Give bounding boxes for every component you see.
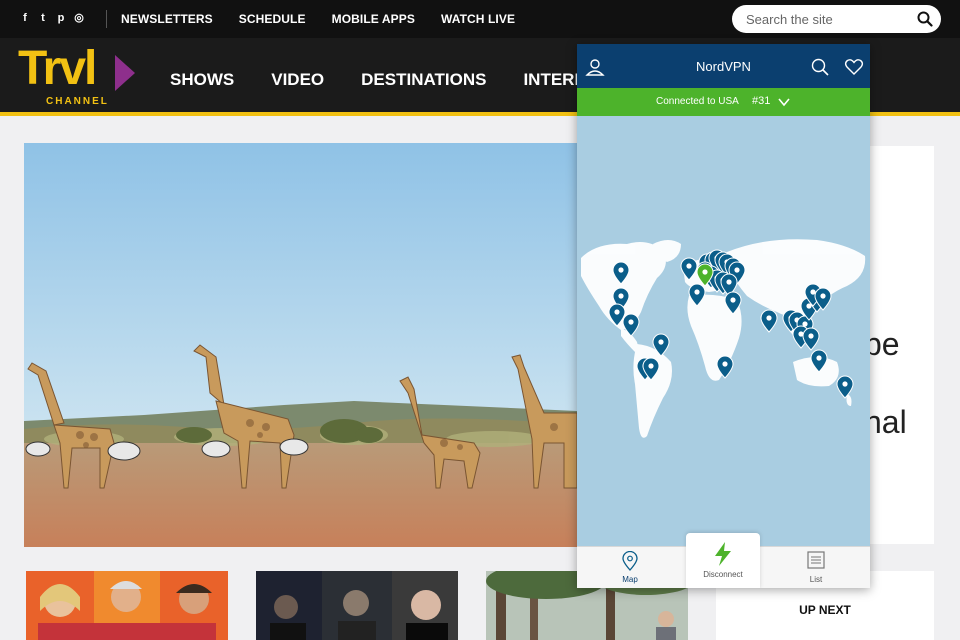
up-next-label: UP NEXT	[799, 603, 851, 617]
server-pin-dot	[842, 381, 848, 387]
server-pin-dot	[648, 363, 654, 369]
server-pin-dot	[628, 319, 634, 325]
hero-image[interactable]	[24, 143, 577, 547]
divider	[106, 10, 107, 28]
disconnect-label: Disconnect	[703, 570, 743, 579]
facebook-icon[interactable]: f	[20, 11, 30, 25]
twitter-icon[interactable]: t	[38, 11, 48, 25]
video-thumbnail[interactable]	[26, 571, 228, 640]
logo-subtitle: CHANNEL	[46, 96, 109, 107]
logo-wordmark: Trvl	[18, 42, 97, 95]
server-pin-dot	[816, 355, 822, 361]
chevron-down-icon[interactable]	[777, 96, 791, 108]
server-number: #31	[752, 95, 771, 107]
server-pin-dot	[686, 263, 692, 269]
server-pin-dot	[808, 333, 814, 339]
server-pin-dot	[658, 339, 664, 345]
social-links: f t p ◎	[20, 11, 84, 25]
server-pin-dot	[726, 279, 732, 285]
server-pin-dot	[694, 289, 700, 295]
nordvpn-panel: NordVPN Connected to USA #31 Map Disconn…	[577, 44, 870, 588]
disconnect-button[interactable]: Disconnect	[686, 533, 760, 588]
nav-video[interactable]: VIDEO	[271, 70, 324, 90]
travel-channel-logo[interactable]: Trvl CHANNEL	[18, 42, 140, 109]
server-map[interactable]	[577, 116, 870, 546]
server-pin-dot	[766, 315, 772, 321]
newsletters-link[interactable]: NEWSLETTERS	[121, 12, 213, 26]
schedule-link[interactable]: SCHEDULE	[239, 12, 306, 26]
top-utility-bar: f t p ◎ NEWSLETTERS SCHEDULE MOBILE APPS…	[0, 0, 960, 38]
favorites-heart-icon[interactable]	[844, 57, 864, 77]
lightning-icon	[715, 542, 731, 566]
pinterest-icon[interactable]: p	[56, 11, 66, 25]
side-article-card[interactable]: be nal	[870, 146, 934, 544]
video-thumbnail[interactable]	[256, 571, 458, 640]
server-pin-dot	[820, 293, 826, 299]
mobile-apps-link[interactable]: MOBILE APPS	[332, 12, 415, 26]
list-icon	[807, 551, 825, 569]
nav-shows[interactable]: SHOWS	[170, 70, 234, 90]
search-icon[interactable]	[810, 57, 830, 77]
site-search	[732, 5, 941, 33]
map-pin-icon	[622, 551, 638, 571]
watch-live-link[interactable]: WATCH LIVE	[441, 12, 515, 26]
server-pin-dot	[618, 293, 624, 299]
server-pin-dot	[722, 361, 728, 367]
instagram-icon[interactable]: ◎	[74, 11, 84, 25]
search-icon[interactable]	[917, 11, 933, 27]
server-pin-dot	[730, 297, 736, 303]
tab-map[interactable]: Map	[595, 547, 665, 588]
main-nav: SHOWS VIDEO DESTINATIONS INTERES	[170, 70, 597, 90]
card-text-fragment: be	[870, 326, 900, 362]
vpn-bottom-tabs: Map Disconnect List	[577, 533, 870, 588]
tab-map-label: Map	[622, 575, 638, 584]
connection-status-bar[interactable]: Connected to USA #31	[577, 88, 870, 116]
vpn-header: NordVPN	[577, 44, 870, 88]
server-pin-dot	[734, 267, 740, 273]
tab-list[interactable]: List	[781, 547, 851, 588]
connection-status-text: Connected to USA	[656, 96, 739, 107]
server-pin-dot	[614, 309, 620, 315]
search-input[interactable]	[746, 9, 911, 29]
server-pin-dot	[618, 267, 624, 273]
utility-links: NEWSLETTERS SCHEDULE MOBILE APPS WATCH L…	[121, 12, 515, 26]
logo-play-triangle	[115, 55, 135, 91]
card-text-fragment: nal	[870, 404, 907, 440]
nav-destinations[interactable]: DESTINATIONS	[361, 70, 486, 90]
tab-list-label: List	[809, 575, 823, 584]
server-pin-dot	[702, 269, 708, 275]
